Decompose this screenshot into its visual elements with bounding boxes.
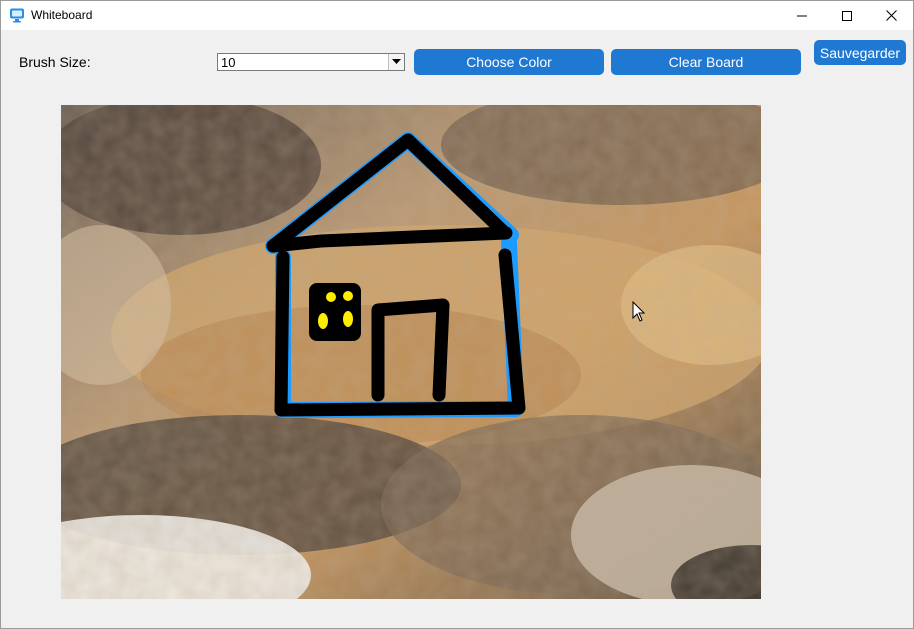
maximize-icon (842, 10, 852, 21)
clear-board-button[interactable]: Clear Board (611, 49, 801, 75)
window-title: Whiteboard (31, 8, 93, 22)
minimize-icon (797, 15, 807, 16)
minimize-button[interactable] (779, 1, 825, 30)
close-icon (885, 10, 897, 21)
whiteboard-app-icon (10, 8, 24, 23)
dropdown-arrow[interactable] (388, 54, 404, 70)
brush-size-value: 10 (221, 55, 236, 70)
drawing-canvas[interactable] (61, 105, 761, 599)
save-button[interactable]: Sauvegarder (814, 40, 906, 65)
close-button[interactable] (868, 1, 914, 30)
whiteboard-window: Whiteboard Brush Size: 10 Choose Color C… (0, 0, 914, 629)
chevron-down-icon (392, 59, 401, 64)
title-bar[interactable]: Whiteboard (1, 1, 913, 30)
background-photo (61, 105, 761, 599)
canvas-surface[interactable] (61, 105, 761, 599)
brush-size-label: Brush Size: (19, 54, 91, 70)
choose-color-button[interactable]: Choose Color (414, 49, 604, 75)
house-window (309, 283, 361, 341)
mouse-pointer-icon (632, 301, 646, 322)
brush-size-select[interactable]: 10 (217, 53, 405, 71)
maximize-button[interactable] (824, 1, 870, 30)
